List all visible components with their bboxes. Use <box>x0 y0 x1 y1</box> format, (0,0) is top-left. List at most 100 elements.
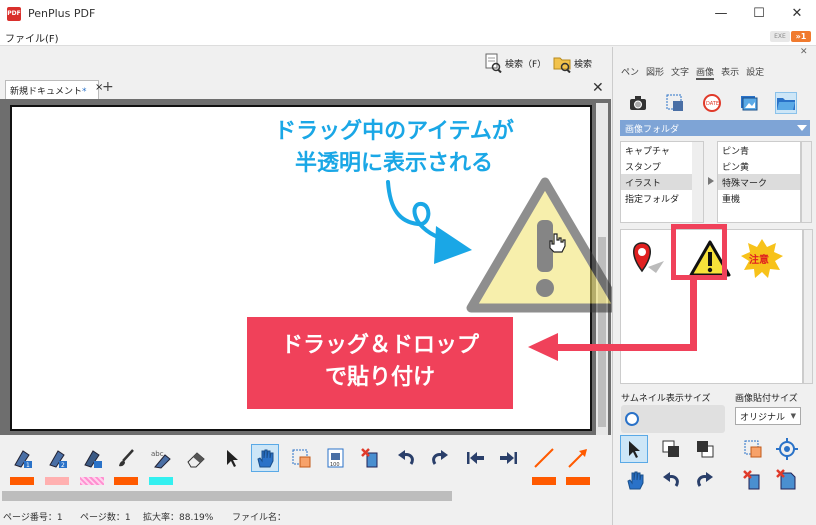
panel-undo-icon[interactable] <box>657 466 685 494</box>
bring-front-icon[interactable] <box>657 435 685 463</box>
document-search-icon <box>484 53 502 74</box>
image-folder-icon[interactable] <box>775 92 797 114</box>
thumbnail-size-slider[interactable] <box>621 405 725 433</box>
tab-pen[interactable]: ペン <box>621 65 639 80</box>
panel-bottom-controls: サムネイル表示サイズ 画像貼付サイズ オリジナル ▼ <box>613 385 816 525</box>
image-folder-dropdown[interactable]: 画像フォルダ <box>620 120 810 136</box>
undo-icon[interactable] <box>394 446 418 470</box>
chevron-down-icon: ▼ <box>790 412 796 420</box>
panel-redo-icon[interactable] <box>691 466 719 494</box>
pen-1-icon[interactable]: 1 <box>10 446 34 470</box>
minimize-button[interactable]: — <box>702 0 740 27</box>
target-icon[interactable] <box>773 435 801 463</box>
panel-close-icon[interactable]: ✕ <box>800 47 808 57</box>
text-eraser-color-swatch[interactable] <box>149 477 173 485</box>
image-file-icon[interactable] <box>738 92 760 114</box>
tab-shape[interactable]: 図形 <box>646 65 664 80</box>
brush-icon[interactable] <box>114 446 138 470</box>
last-page-icon[interactable] <box>497 446 521 470</box>
close-document-button[interactable]: ✕ <box>592 80 604 96</box>
page-capture-icon[interactable]: 100 <box>324 446 348 470</box>
marker-color-swatch[interactable] <box>80 477 104 485</box>
send-back-icon[interactable] <box>691 435 719 463</box>
close-button[interactable]: ✕ <box>778 0 816 27</box>
camera-icon[interactable] <box>627 92 649 114</box>
tab-text[interactable]: 文字 <box>671 65 689 80</box>
panel-page-icon[interactable] <box>773 466 801 494</box>
search-toolbar: 検索（F） 検索 <box>0 47 612 79</box>
select-arrow-icon[interactable] <box>219 446 243 470</box>
arrow-color-swatch[interactable] <box>566 477 590 485</box>
arrow-tool-icon[interactable] <box>566 446 590 470</box>
svg-text:100: 100 <box>330 462 340 468</box>
map-pin-thumbnail[interactable] <box>625 234 675 284</box>
pen-2-icon[interactable]: 2 <box>45 446 69 470</box>
pen-2-color-swatch[interactable] <box>45 477 69 485</box>
highlight-connector <box>690 280 697 350</box>
folder-search-icon <box>553 53 571 74</box>
maximize-button[interactable]: ☐ <box>740 0 778 27</box>
dnd-line1: ドラッグ＆ドロップ <box>280 333 479 358</box>
list-item[interactable]: ピン黄 <box>718 158 800 174</box>
file-name: ファイル名： <box>232 513 287 523</box>
hand-tool-button[interactable] <box>251 444 279 472</box>
subcategory-list-scrollbar[interactable] <box>801 141 812 223</box>
caution-thumbnail[interactable]: 注意 <box>737 234 787 284</box>
horizontal-scrollbar[interactable] <box>2 491 452 501</box>
panel-hand-icon[interactable] <box>621 466 649 494</box>
menu-file[interactable]: ファイル(F) <box>5 30 59 45</box>
app-icon: PDF <box>7 6 21 21</box>
tab-settings[interactable]: 設定 <box>746 65 764 80</box>
menu-badge-next[interactable]: »1 <box>791 31 811 42</box>
list-item[interactable]: ピン青 <box>718 142 800 158</box>
thumbnail-scrollbar[interactable] <box>803 229 813 384</box>
tab-new-document[interactable]: 新規ドキュメント* × <box>5 80 103 99</box>
list-item[interactable]: 指定フォルダ <box>621 190 703 206</box>
text-eraser-icon[interactable]: abc <box>149 446 173 470</box>
pen-1-color-swatch[interactable] <box>10 477 34 485</box>
list-item[interactable]: 重機 <box>718 190 800 206</box>
hand-icon <box>257 449 274 468</box>
right-panel: ✕ ペン 図形 文字 画像 表示 設定 DATE 画像フォルダ キャプチャ スタ… <box>612 47 816 525</box>
date-stamp-icon[interactable]: DATE <box>701 92 723 114</box>
line-color-swatch[interactable] <box>532 477 556 485</box>
folder-search-label: 検索 <box>574 59 593 70</box>
add-tab-button[interactable]: + <box>102 79 114 95</box>
search-label: 検索（F） <box>505 59 547 70</box>
list-item[interactable]: スタンプ <box>621 158 703 174</box>
paste-size-select[interactable]: オリジナル ▼ <box>735 407 801 425</box>
search-button[interactable]: 検索（F） <box>484 53 547 74</box>
window-title: PenPlus PDF <box>28 7 96 20</box>
panel-select-button[interactable] <box>620 435 648 463</box>
panel-capture-icon[interactable] <box>739 435 767 463</box>
panel-delete-icon[interactable] <box>739 466 767 494</box>
marker-icon[interactable] <box>80 446 104 470</box>
tab-label: 新規ドキュメント <box>10 87 83 97</box>
folder-search-button[interactable]: 検索 <box>553 53 593 74</box>
chevron-down-icon <box>797 125 807 131</box>
list-item-selected[interactable]: イラスト <box>621 174 703 190</box>
redo-icon[interactable] <box>428 446 452 470</box>
delete-page-icon[interactable] <box>359 446 383 470</box>
menu-bar: ファイル(F) EXE »1 <box>0 27 816 46</box>
highlight-box <box>671 224 727 280</box>
capture-area-icon[interactable] <box>289 446 313 470</box>
chevron-right-icon <box>708 177 714 185</box>
category-list: キャプチャ スタンプ イラスト 指定フォルダ <box>620 141 704 223</box>
tab-image[interactable]: 画像 <box>696 65 715 80</box>
first-page-icon[interactable] <box>463 446 487 470</box>
line-tool-icon[interactable] <box>532 446 556 470</box>
paste-size-value: オリジナル <box>740 413 786 423</box>
map-pin-icon <box>633 242 664 273</box>
category-list-scrollbar[interactable] <box>692 142 703 222</box>
brush-color-swatch[interactable] <box>114 477 138 485</box>
svg-text:2: 2 <box>61 462 65 469</box>
list-item[interactable]: キャプチャ <box>621 142 703 158</box>
tab-view[interactable]: 表示 <box>721 65 739 80</box>
slider-handle[interactable] <box>625 412 639 426</box>
screen-capture-icon[interactable] <box>664 92 686 114</box>
list-item-selected[interactable]: 特殊マーク <box>718 174 800 190</box>
eraser-icon[interactable] <box>184 446 208 470</box>
image-source-toolbar: DATE <box>613 89 816 115</box>
menu-badge-exe[interactable]: EXE <box>770 31 790 42</box>
